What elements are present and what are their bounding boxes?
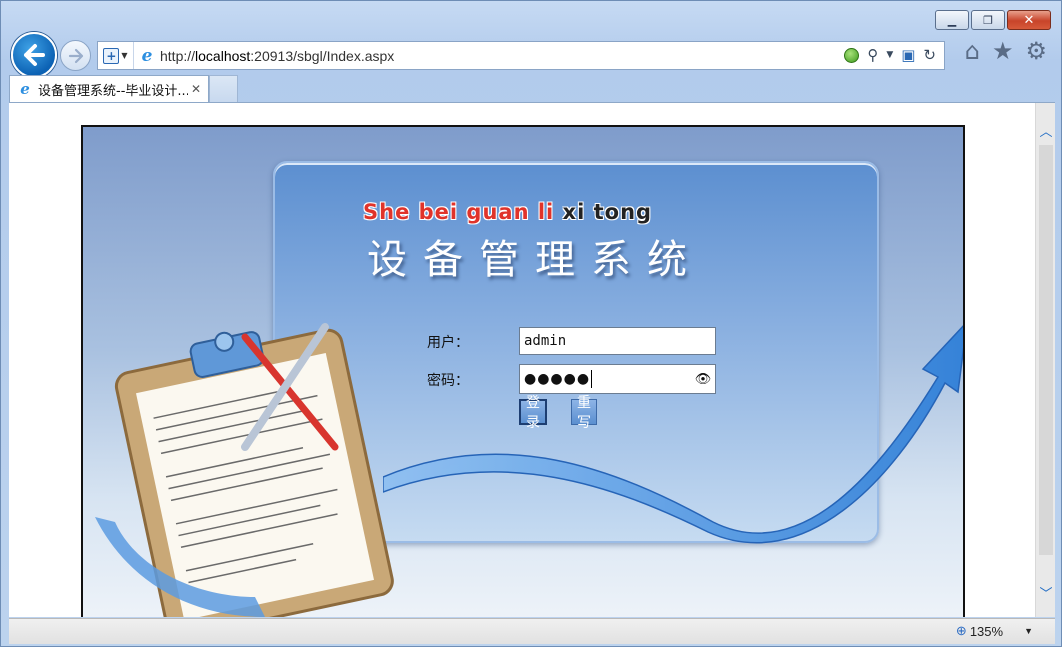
username-field[interactable] xyxy=(519,327,716,355)
tab-title: 设备管理系统--毕业设计... xyxy=(38,83,188,99)
url-host: localhost xyxy=(195,47,251,64)
browser-toolbar: ⌂ ★ ⚙ xyxy=(965,39,1047,63)
maximize-button[interactable]: ❐ xyxy=(971,10,1005,30)
pinyin-title: She bei guan li xi tong xyxy=(363,200,652,224)
compatibility-button[interactable]: + ▼ xyxy=(98,42,134,69)
url-path: :20913/sbgl/Index.aspx xyxy=(250,47,395,64)
zoom-icon: ⊕ xyxy=(955,623,967,638)
home-icon[interactable]: ⌂ xyxy=(965,39,980,63)
vertical-scrollbar[interactable]: ︿ ﹀ xyxy=(1035,103,1055,617)
user-label: 用户： xyxy=(427,335,469,351)
password-label: 密码： xyxy=(427,373,469,389)
url-prefix: http:// xyxy=(160,47,196,64)
refresh-icon[interactable]: ↻ xyxy=(923,48,936,63)
scroll-thumb[interactable] xyxy=(1039,145,1053,555)
chevron-down-icon[interactable]: ▼ xyxy=(1024,626,1033,636)
text-caret xyxy=(591,370,593,388)
addon-icon[interactable] xyxy=(844,48,860,63)
back-button[interactable] xyxy=(11,32,57,78)
scroll-down-icon[interactable]: ﹀ xyxy=(1036,581,1055,603)
window-controls: ▁ ❐ ✕ xyxy=(935,10,1051,30)
ie-page-icon: e xyxy=(141,45,153,66)
pinyin-red-text: She bei guan li xyxy=(363,200,555,224)
password-mask: ●●●●● xyxy=(524,371,591,387)
zoom-control[interactable]: ⊕ 135% ▼ xyxy=(956,623,1033,639)
compatibility-icon: + xyxy=(103,47,120,64)
status-bar: ⊕ 135% ▼ xyxy=(9,618,1055,644)
login-banner: She bei guan li xi tong 设备管理系统 用户： admin… xyxy=(81,125,965,617)
login-button[interactable]: 登录 xyxy=(519,395,547,431)
chevron-down-icon: ▼ xyxy=(121,51,128,60)
close-window-button[interactable]: ✕ xyxy=(1007,10,1051,30)
password-input[interactable]: ●●●●● xyxy=(524,370,691,388)
scroll-up-icon[interactable]: ︿ xyxy=(1036,119,1055,141)
close-tab-icon[interactable]: ✕ xyxy=(188,82,204,96)
system-title: 设备管理系统 xyxy=(367,237,703,283)
username-input[interactable] xyxy=(524,333,715,349)
search-dropdown-icon[interactable]: ▼ xyxy=(886,51,893,60)
page-viewport: She bei guan li xi tong 设备管理系统 用户： admin… xyxy=(9,102,1055,617)
search-icon[interactable]: ⚲ xyxy=(867,48,878,63)
browser-window: ▁ ❐ ✕ + ▼ e http://localhost:20913/sbgl/… xyxy=(0,0,1062,647)
gear-icon[interactable]: ⚙ xyxy=(1025,39,1047,63)
reset-button[interactable]: 重写 xyxy=(571,395,597,431)
forward-button[interactable] xyxy=(60,40,91,71)
address-tools: ⚲ ▼ ▣ ↻ xyxy=(844,48,944,63)
reveal-password-eye-icon[interactable]: 👁 xyxy=(691,372,715,387)
ie-tab-icon: e xyxy=(20,80,30,98)
minimize-icon: ▁ xyxy=(947,13,957,27)
compat-view-icon[interactable]: ▣ xyxy=(901,48,915,63)
arrow-left-icon xyxy=(24,44,45,66)
pinyin-dark-text: xi tong xyxy=(562,200,653,224)
password-field[interactable]: ●●●●● 👁 xyxy=(519,364,716,394)
maximize-icon: ❐ xyxy=(983,13,993,27)
close-icon: ✕ xyxy=(1023,12,1035,28)
clipboard-illustration-icon xyxy=(95,323,394,617)
favorites-star-icon[interactable]: ★ xyxy=(992,39,1014,63)
zoom-level: 135% xyxy=(969,623,1004,639)
tab-active[interactable]: e 设备管理系统--毕业设计... ✕ xyxy=(9,75,209,102)
arrow-right-icon xyxy=(68,48,83,63)
new-tab-button[interactable] xyxy=(209,75,238,102)
address-bar[interactable]: + ▼ e http://localhost:20913/sbgl/Index.… xyxy=(97,41,945,70)
minimize-button[interactable]: ▁ xyxy=(935,10,969,30)
url-text[interactable]: http://localhost:20913/sbgl/Index.aspx xyxy=(160,48,844,64)
